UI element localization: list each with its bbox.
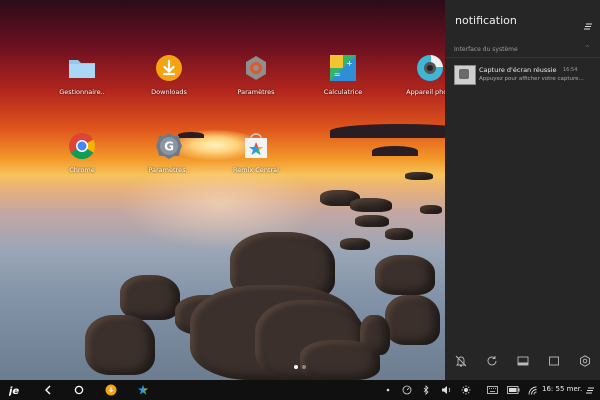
window-mode-icon[interactable] (547, 354, 561, 368)
svg-text:+: + (346, 59, 353, 68)
speed-gauge-icon[interactable] (401, 383, 413, 397)
app-label: Downloads (151, 88, 187, 96)
remix-central-icon (242, 132, 270, 160)
notification-menu-icon[interactable] (585, 383, 595, 397)
notification-title: Capture d'écran réussie (479, 66, 557, 74)
dot-indicator-icon (384, 383, 392, 397)
google-settings-icon: G (155, 132, 183, 160)
app-downloads[interactable]: Downloads (134, 54, 204, 96)
keyboard-icon[interactable] (486, 383, 498, 397)
island-mid (372, 146, 418, 156)
bluetooth-icon[interactable] (421, 383, 431, 397)
settings-icon[interactable] (578, 354, 592, 368)
page-dot-active[interactable] (294, 365, 298, 369)
volume-icon[interactable] (440, 383, 452, 397)
rock (85, 315, 155, 375)
app-label: Paramètres (237, 88, 275, 96)
rock (420, 205, 442, 214)
chevron-up-icon[interactable]: ^ (585, 45, 590, 52)
divider (445, 57, 600, 58)
notification-panel: notification Interface du système ^ Capt… (445, 0, 600, 380)
calculator-icon: + = (329, 54, 357, 82)
app-settings[interactable]: Paramètres (221, 54, 291, 96)
rock (350, 198, 392, 212)
app-label: Calculatrice (323, 88, 363, 96)
taskbar: je 16: 55 mer. (0, 380, 600, 400)
section-header: Interface du système (454, 46, 518, 53)
app-calculator[interactable]: + = Calculatrice (308, 54, 378, 96)
svg-text:je: je (9, 386, 19, 396)
chrome-icon (68, 132, 96, 160)
app-label: Chrome (69, 166, 95, 174)
taskbar-toggle-icon[interactable] (516, 354, 530, 368)
folder-icon (68, 54, 96, 82)
back-icon[interactable] (42, 383, 54, 397)
rock (355, 215, 389, 227)
rock (405, 172, 433, 180)
rock (300, 340, 380, 380)
app-label: Paramètres.. (148, 166, 190, 174)
rock (375, 255, 435, 295)
wifi-icon[interactable] (527, 383, 537, 397)
download-icon (155, 54, 183, 82)
app-remix-central[interactable]: Remix Central (221, 132, 291, 174)
taskbar-downloads-icon[interactable] (104, 383, 118, 397)
app-file-manager[interactable]: Gestionnaire.. (47, 54, 117, 96)
settings-gear-icon (242, 54, 270, 82)
start-menu-icon[interactable]: je (8, 383, 24, 397)
panel-title: notification (455, 14, 517, 27)
notification-item[interactable]: Capture d'écran réussie 16:54 Appuyez po… (445, 60, 600, 90)
do-not-disturb-icon[interactable] (454, 354, 468, 368)
rock (340, 238, 370, 250)
clear-all-icon[interactable] (584, 15, 592, 34)
brightness-icon[interactable] (460, 383, 472, 397)
page-indicator[interactable] (292, 354, 308, 373)
notification-text: Appuyez pour afficher votre capture... (479, 76, 584, 82)
app-google-settings[interactable]: G Paramètres.. (134, 132, 204, 174)
rock (385, 228, 413, 240)
battery-icon[interactable] (506, 383, 520, 397)
svg-text:G: G (164, 140, 174, 154)
camera-icon (416, 54, 444, 82)
app-chrome[interactable]: Chrome (47, 132, 117, 174)
notification-time: 16:54 (563, 67, 578, 73)
app-label: Remix Central (233, 166, 279, 174)
rock (385, 295, 440, 345)
clock[interactable]: 16: 55 mer. (542, 385, 582, 393)
rotate-icon[interactable] (485, 354, 499, 368)
svg-text:=: = (334, 70, 341, 79)
taskbar-remix-central-icon[interactable] (136, 383, 150, 397)
quick-actions (445, 350, 600, 372)
page-dot[interactable] (302, 365, 306, 369)
screenshot-thumbnail (454, 65, 476, 85)
home-icon[interactable] (73, 383, 85, 397)
app-label: Gestionnaire.. (59, 88, 105, 96)
rock (120, 275, 180, 320)
